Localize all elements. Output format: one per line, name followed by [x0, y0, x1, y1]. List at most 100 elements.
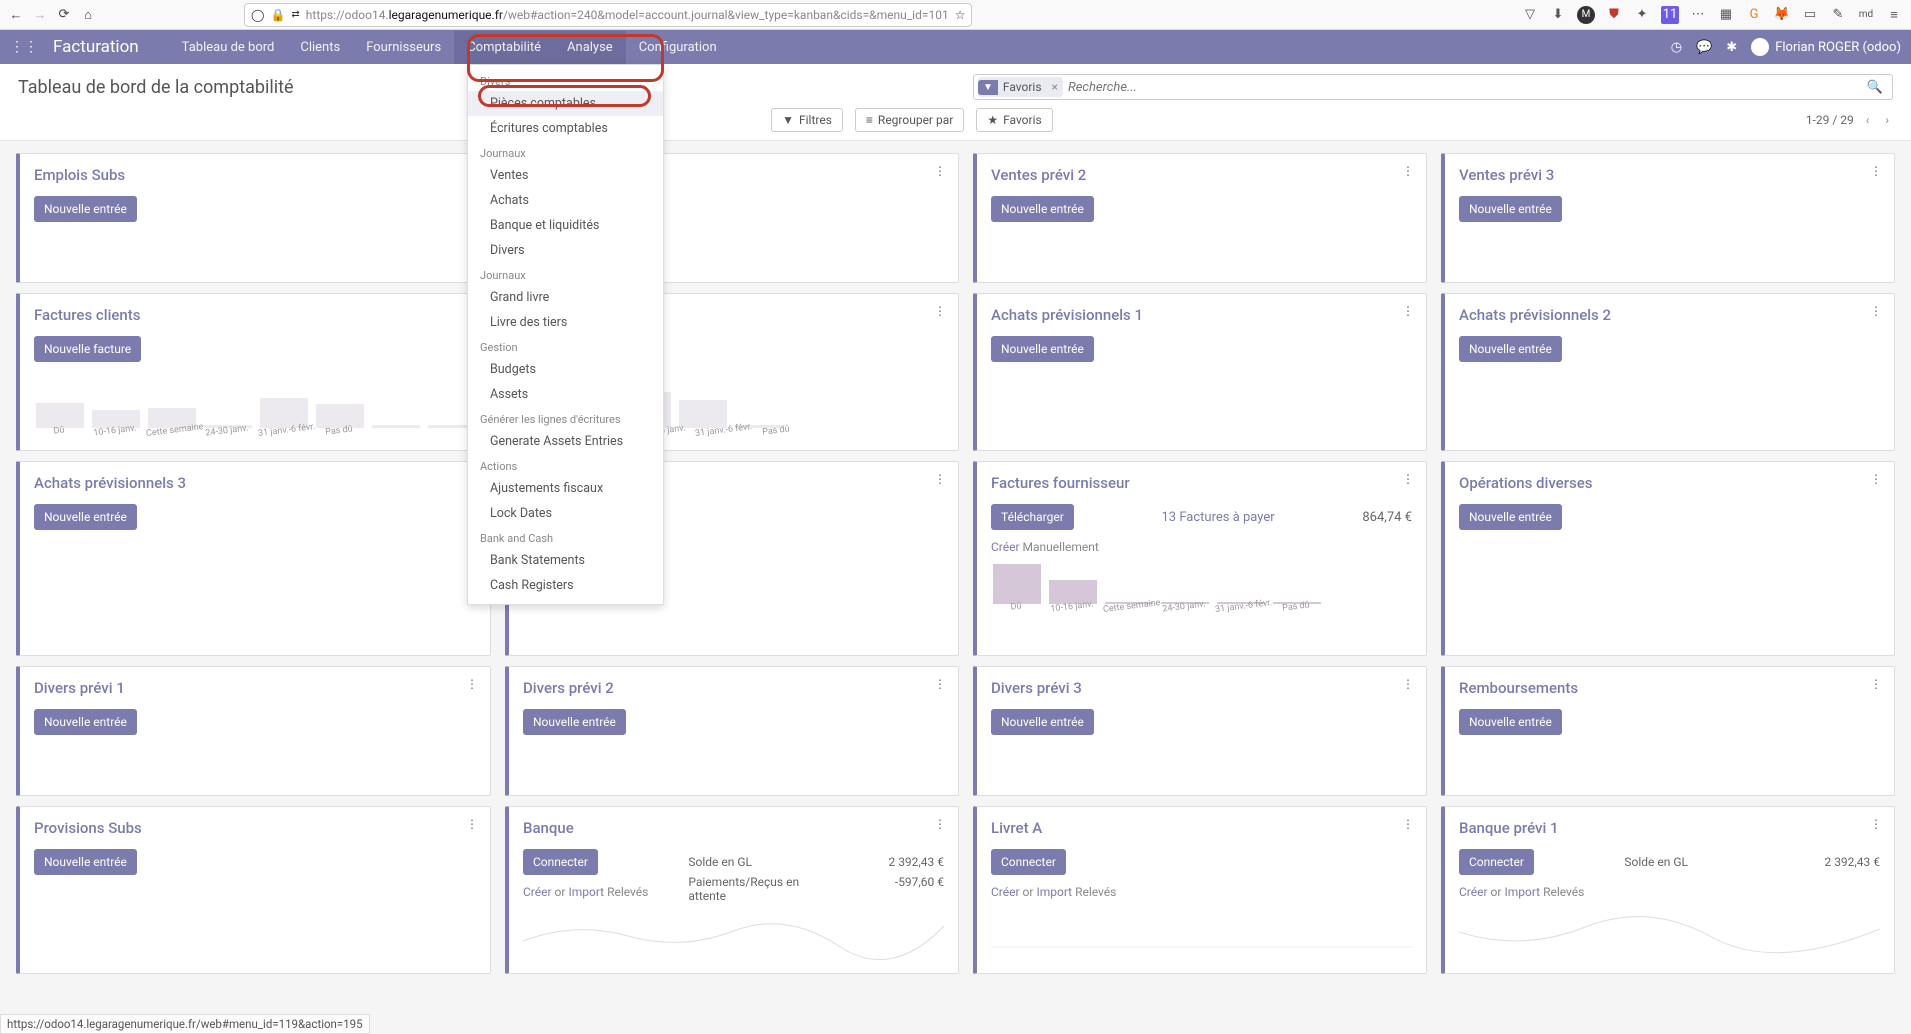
hamburger-icon[interactable]: ≡ [1885, 6, 1903, 24]
import-link[interactable]: Import [1504, 885, 1540, 899]
card-title[interactable]: Divers prévi 1 [34, 679, 476, 697]
card-title[interactable]: Banque [523, 819, 944, 837]
debug-icon[interactable]: ✱ [1726, 40, 1737, 55]
import-link[interactable]: Import [568, 885, 604, 899]
dd-item-gen-assets[interactable]: Generate Assets Entries [468, 429, 663, 454]
dd-item-cash-reg[interactable]: Cash Registers [468, 573, 663, 598]
card-menu-icon[interactable]: ⋮ [1402, 677, 1414, 691]
url-bar[interactable]: ◯ 🔒 ⇄ https://odoo14.legaragenumerique.f… [244, 3, 972, 27]
card-menu-icon[interactable]: ⋮ [1402, 817, 1414, 831]
card-menu-icon[interactable]: ⋮ [1402, 304, 1414, 318]
card-menu-icon[interactable]: ⋮ [1870, 164, 1882, 178]
dd-item-grand-livre[interactable]: Grand livre [468, 285, 663, 310]
pocket-icon[interactable]: ▽ [1521, 6, 1539, 24]
clock-icon[interactable]: ◷ [1671, 40, 1682, 55]
create-link[interactable]: Créer [991, 885, 1020, 899]
apps-icon[interactable]: ⋮⋮ [10, 39, 38, 55]
card-menu-icon[interactable]: ⋮ [934, 164, 946, 178]
pager-prev-icon[interactable]: ‹ [1862, 111, 1874, 129]
card-menu-icon[interactable]: ⋮ [1402, 472, 1414, 486]
back-icon[interactable]: ← [8, 7, 24, 23]
dd-item-livre-tiers[interactable]: Livre des tiers [468, 310, 663, 335]
card-menu-icon[interactable]: ⋮ [934, 472, 946, 486]
card-title[interactable]: Divers prévi 2 [523, 679, 944, 697]
ext-icon-4[interactable]: G [1745, 6, 1763, 24]
connect-button[interactable]: Connecter [1459, 849, 1534, 875]
dd-item-divers[interactable]: Divers [468, 238, 663, 263]
card-menu-icon[interactable]: ⋮ [934, 677, 946, 691]
filters-button[interactable]: ▼Filtres [771, 108, 843, 132]
new-entry-button[interactable]: Nouvelle entrée [523, 709, 626, 735]
card-menu-icon[interactable]: ⋮ [1870, 817, 1882, 831]
card-menu-icon[interactable]: ⋮ [1870, 472, 1882, 486]
ext-icon-2[interactable]: ⋯ [1689, 6, 1707, 24]
new-entry-button[interactable]: Nouvelle entrée [991, 196, 1094, 222]
card-title[interactable]: Ventes prévi 2 [991, 166, 1412, 184]
connect-button[interactable]: Connecter [991, 849, 1066, 875]
user-menu[interactable]: Florian ROGER (odoo) [1751, 38, 1901, 56]
new-entry-button[interactable]: Nouvelle entrée [991, 709, 1094, 735]
card-title[interactable]: Achats prévisionnels 2 [1459, 306, 1880, 324]
forward-icon[interactable]: → [32, 7, 48, 23]
dd-item-achats[interactable]: Achats [468, 188, 663, 213]
pager-next-icon[interactable]: › [1881, 111, 1893, 129]
new-entry-button[interactable]: Nouvelle entrée [1459, 196, 1562, 222]
card-title[interactable]: Divers prévi 3 [991, 679, 1412, 697]
card-title[interactable]: Livret A [991, 819, 1412, 837]
ext-icon-3[interactable]: ▦ [1717, 6, 1735, 24]
menu-configuration[interactable]: Configuration [626, 31, 730, 64]
new-entry-button[interactable]: Nouvelle entrée [1459, 709, 1562, 735]
ext-icon-5[interactable]: ▭ [1801, 6, 1819, 24]
download-icon[interactable]: ⬇ [1549, 6, 1567, 24]
new-invoice-button[interactable]: Nouvelle facture [34, 336, 141, 362]
dd-item-banque-liq[interactable]: Banque et liquidités [468, 213, 663, 238]
create-link[interactable]: Créer [523, 885, 552, 899]
card-menu-icon[interactable]: ⋮ [1870, 677, 1882, 691]
menu-fournisseurs[interactable]: Fournisseurs [353, 31, 454, 64]
chat-icon[interactable]: 💬 [1696, 40, 1712, 55]
card-title[interactable]: Provisions Subs [34, 819, 476, 837]
dd-item-budgets[interactable]: Budgets [468, 357, 663, 382]
card-title[interactable]: Achats prévisionnels 3 [34, 474, 476, 492]
connect-button[interactable]: Connecter [523, 849, 598, 875]
dd-item-ecritures[interactable]: Écritures comptables [468, 116, 663, 141]
upload-button[interactable]: Télécharger [991, 504, 1074, 530]
search-bar[interactable]: ▼ Favoris × 🔍 [973, 74, 1893, 100]
new-entry-button[interactable]: Nouvelle entrée [34, 709, 137, 735]
card-title[interactable]: Achats prévisionnels 1 [991, 306, 1412, 324]
new-entry-button[interactable]: Nouvelle entrée [991, 336, 1094, 362]
new-entry-button[interactable]: Nouvelle entrée [34, 196, 137, 222]
dd-item-assets[interactable]: Assets [468, 382, 663, 407]
card-title[interactable]: Opérations diverses [1459, 474, 1880, 492]
favorites-button[interactable]: ★Favoris [976, 108, 1052, 132]
reload-icon[interactable]: ⟳ [56, 7, 72, 22]
groupby-button[interactable]: ≡Regrouper par [855, 108, 964, 132]
ext-purple-icon[interactable]: 11 [1661, 6, 1679, 24]
dd-item-pieces-comptables[interactable]: Pièces comptables [468, 91, 663, 116]
card-menu-icon[interactable]: ⋮ [1870, 304, 1882, 318]
dd-item-ajust-fiscaux[interactable]: Ajustements fiscaux [468, 476, 663, 501]
card-title[interactable]: Banque prévi 1 [1459, 819, 1880, 837]
new-entry-button[interactable]: Nouvelle entrée [34, 504, 137, 530]
menu-analyse[interactable]: Analyse [554, 31, 626, 64]
dd-item-lock-dates[interactable]: Lock Dates [468, 501, 663, 526]
card-title[interactable]: Emplois Subs [34, 166, 476, 184]
app-title[interactable]: Facturation [53, 37, 139, 57]
dd-item-bank-stmt[interactable]: Bank Statements [468, 548, 663, 573]
card-menu-icon[interactable]: ⋮ [466, 677, 478, 691]
search-input[interactable] [1063, 80, 1862, 95]
search-icon[interactable]: 🔍 [1862, 80, 1888, 95]
ext-ublock-icon[interactable]: ⛊ [1605, 6, 1623, 24]
card-menu-icon[interactable]: ⋮ [934, 304, 946, 318]
import-link[interactable]: Import [1036, 885, 1072, 899]
ext-circle-icon[interactable]: M [1577, 6, 1595, 24]
home-icon[interactable]: ⌂ [80, 7, 96, 23]
card-menu-icon[interactable]: ⋮ [466, 817, 478, 831]
dd-item-ventes[interactable]: Ventes [468, 163, 663, 188]
menu-comptabilite[interactable]: Comptabilité [454, 31, 554, 64]
ext-icon-6[interactable]: ✎ [1829, 6, 1847, 24]
new-entry-button[interactable]: Nouvelle entrée [1459, 504, 1562, 530]
card-title[interactable]: Ventes prévi 3 [1459, 166, 1880, 184]
card-title[interactable]: Factures fournisseur [991, 474, 1412, 492]
card-title[interactable]: Factures clients [34, 306, 476, 324]
